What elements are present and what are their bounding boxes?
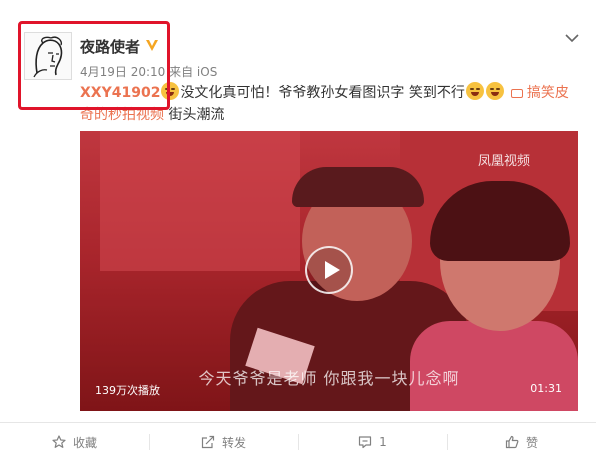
like-label: 赞 — [525, 435, 538, 450]
play-icon[interactable] — [305, 246, 353, 294]
video-link[interactable]: 搞笑皮 — [527, 85, 569, 101]
comment-button[interactable]: 1 — [298, 423, 447, 461]
favorite-label: 收藏 — [72, 435, 97, 450]
video-player[interactable]: 凤凰视频 今天爷爷是老师 你跟我一块儿念啊 139万次播放 01:31 — [80, 131, 578, 411]
post-text: XXY41902 没文化真可怕！爷爷教孙女看图识字 笑到不行 搞笑皮 奇的秒拍视频 … — [80, 82, 580, 126]
thumbs-up-icon — [505, 435, 519, 449]
weibo-post-card: 夜路使者 4月19日 20:10 来自 iOS XXY41902 没文化真可怕！爷… — [0, 0, 596, 466]
like-button[interactable]: 赞 — [447, 423, 596, 461]
chevron-down-icon[interactable] — [565, 33, 579, 43]
star-icon — [52, 435, 66, 448]
post-meta: 4月19日 20:10 来自 iOS — [80, 65, 218, 79]
video-link-icon — [510, 89, 523, 98]
hugging-emoji-icon — [161, 82, 180, 100]
favorite-button[interactable]: 收藏 — [0, 423, 149, 461]
video-link-continued[interactable]: 奇的秒拍视频 — [80, 107, 164, 123]
avatar-sketch-icon — [33, 36, 63, 78]
comment-icon — [359, 436, 372, 449]
repost-icon — [201, 435, 215, 449]
repost-button[interactable]: 转发 — [149, 423, 298, 461]
video-watermark: 凤凰视频 — [478, 154, 531, 169]
comment-count: 1 — [379, 435, 387, 449]
video-duration: 01:31 — [530, 382, 562, 395]
repost-label: 转发 — [221, 435, 246, 450]
laughing-emoji-icon — [485, 82, 504, 100]
username[interactable]: 夜路使者 — [80, 36, 140, 57]
laughing-emoji-icon — [465, 82, 484, 100]
avatar[interactable] — [24, 32, 72, 80]
play-count: 139万次播放 — [95, 384, 160, 397]
post-text-line1: 没文化真可怕！爷爷教孙女看图识字 笑到不行 — [180, 85, 465, 101]
action-bar: 收藏 转发 1 赞 — [0, 423, 596, 461]
verified-badge-icon[interactable] — [144, 37, 160, 53]
post-text-line2: 街头潮流 — [164, 107, 225, 123]
mention-link[interactable]: XXY41902 — [80, 85, 160, 101]
